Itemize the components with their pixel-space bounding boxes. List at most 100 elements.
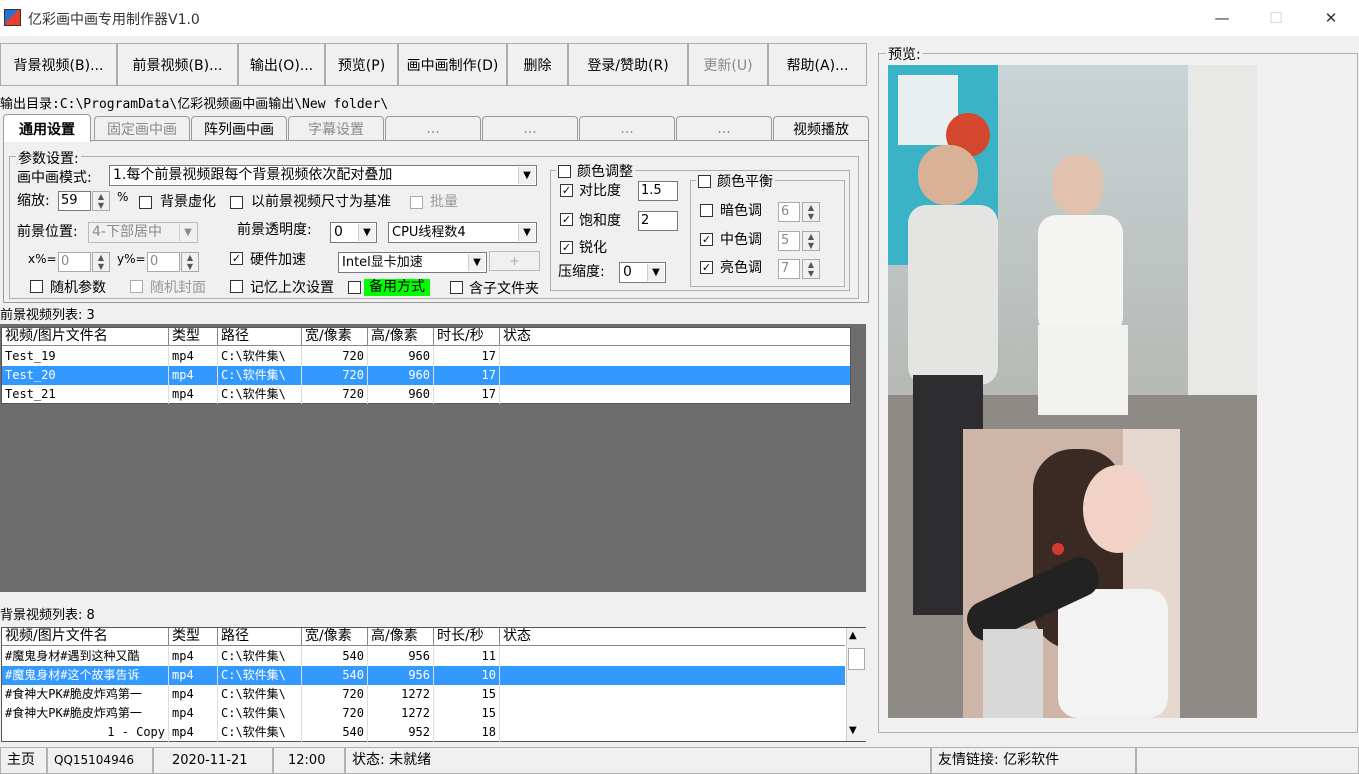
table-row[interactable]: 1 - Copy mp4 C:\软件集\ 540 952 18 (2, 723, 845, 742)
scroll-up-icon[interactable]: ▲ (849, 630, 857, 641)
light-tone-checkbox[interactable]: ✓ (700, 261, 713, 274)
cell-height: 952 (368, 723, 434, 742)
column-header[interactable]: 时长/秒 (434, 628, 500, 646)
hw-accel-checkbox[interactable]: ✓ (230, 252, 243, 265)
table-row[interactable]: #魔鬼身材#这个故事告诉 mp4 C:\软件集\ 540 956 10 (2, 666, 845, 685)
tab-placeholder-4[interactable]: ... (676, 116, 772, 140)
contrast-checkbox[interactable]: ✓ (560, 184, 573, 197)
output-button[interactable]: 输出(O)... (238, 43, 325, 86)
table-row[interactable]: Test_20 mp4 C:\软件集\ 720 960 17 (2, 366, 850, 385)
sharpen-checkbox[interactable]: ✓ (560, 241, 573, 254)
color-adjust-header: 颜色调整 (556, 161, 635, 181)
bg-video-button[interactable]: 背景视频(B)... (0, 43, 117, 86)
cell-height: 960 (368, 347, 434, 366)
dark-tone-checkbox[interactable] (700, 204, 713, 217)
fg-alpha-select[interactable]: 0 ▼ (330, 222, 377, 243)
close-button[interactable]: ✕ (1308, 0, 1354, 36)
subfolder-checkbox[interactable] (450, 281, 463, 294)
table-row[interactable]: #食神大PK#脆皮炸鸡第一 mp4 C:\软件集\ 720 1272 15 (2, 685, 845, 704)
table-row[interactable]: #魔鬼身材#遇到这种又酷 mp4 C:\软件集\ 540 956 11 (2, 647, 845, 666)
column-header[interactable]: 视频/图片文件名 (2, 628, 169, 646)
backup-mode-checkbox[interactable] (348, 281, 361, 294)
fg-video-button[interactable]: 前景视频(B)... (117, 43, 238, 86)
gpu-select[interactable]: Intel显卡加速 ▼ (338, 252, 487, 273)
scale-input[interactable]: 59 (58, 191, 91, 211)
contrast-input[interactable]: 1.5 (638, 181, 678, 201)
remember-checkbox[interactable] (230, 280, 243, 293)
mid-tone-input[interactable]: 5 (778, 231, 800, 251)
mid-tone-checkbox[interactable]: ✓ (700, 233, 713, 246)
fg-size-base-checkbox[interactable] (230, 196, 243, 209)
saturation-input[interactable]: 2 (638, 211, 678, 231)
scale-spinner[interactable]: ▲ ▼ (92, 191, 110, 211)
x-percent-spinner[interactable]: ▲ ▼ (92, 252, 110, 272)
column-header[interactable]: 宽/像素 (302, 328, 368, 346)
random-cover-checkbox[interactable] (130, 280, 143, 293)
y-percent-input[interactable]: 0 (147, 252, 180, 272)
column-header[interactable]: 路径 (218, 328, 302, 346)
preview-button[interactable]: 预览(P) (325, 43, 398, 86)
column-header[interactable]: 宽/像素 (302, 628, 368, 646)
login-sponsor-button[interactable]: 登录/赞助(R) (568, 43, 688, 86)
pip-make-button[interactable]: 画中画制作(D) (398, 43, 507, 86)
column-header[interactable]: 时长/秒 (434, 328, 500, 346)
compress-select[interactable]: 0 ▼ (619, 262, 666, 283)
dark-tone-spinner[interactable]: ▲ ▼ (802, 202, 820, 222)
cell-type: mp4 (169, 647, 218, 666)
color-balance-checkbox[interactable] (698, 174, 711, 188)
update-button[interactable]: 更新(U) (688, 43, 768, 86)
cell-width: 540 (302, 666, 368, 685)
light-tone-input[interactable]: 7 (778, 259, 800, 279)
column-header[interactable]: 状态 (500, 628, 845, 646)
color-adjust-checkbox[interactable] (558, 164, 571, 178)
table-row[interactable]: #食神大PK#脆皮炸鸡第一 mp4 C:\软件集\ 720 1272 15 (2, 704, 845, 723)
tab-fixed-pip[interactable]: 固定画中画 (94, 116, 190, 140)
dark-tone-label: 暗色调 (720, 203, 762, 219)
bg-list-scrollbar[interactable]: ▲ ▼ (846, 628, 866, 741)
mode-select[interactable]: 1.每个前景视频跟每个背景视频依次配对叠加 ▼ (109, 165, 537, 186)
bg-list-table[interactable]: 视频/图片文件名 类型 路径 宽/像素 高/像素 时长/秒 状态 #魔鬼身材#遇… (1, 627, 866, 742)
tab-placeholder-1[interactable]: ... (385, 116, 481, 140)
tab-general-settings[interactable]: 通用设置 (3, 114, 91, 142)
scroll-thumb[interactable] (848, 648, 865, 670)
add-button[interactable]: + (489, 251, 540, 271)
random-params-checkbox[interactable] (30, 280, 43, 293)
table-row[interactable]: Test_21 mp4 C:\软件集\ 720 960 17 (2, 385, 850, 404)
delete-button[interactable]: 删除 (507, 43, 568, 86)
tab-array-pip[interactable]: 阵列画中画 (191, 116, 287, 140)
cell-path: C:\软件集\ (218, 704, 302, 723)
tab-placeholder-3[interactable]: ... (579, 116, 675, 140)
status-links[interactable]: 友情链接: 亿彩软件 (931, 747, 1136, 774)
column-header[interactable]: 状态 (500, 328, 850, 346)
maximize-button[interactable]: ☐ (1253, 0, 1299, 36)
column-header[interactable]: 类型 (169, 328, 218, 346)
help-button[interactable]: 帮助(A)... (768, 43, 867, 86)
scroll-down-icon[interactable]: ▼ (849, 725, 857, 736)
minimize-button[interactable]: — (1199, 0, 1245, 36)
saturation-checkbox[interactable]: ✓ (560, 213, 573, 226)
x-percent-input[interactable]: 0 (58, 252, 91, 272)
column-header[interactable]: 路径 (218, 628, 302, 646)
tab-video-playback[interactable]: 视频播放 (773, 116, 869, 140)
mid-tone-spinner[interactable]: ▲ ▼ (802, 231, 820, 251)
gpu-value: Intel显卡加速 (342, 255, 423, 270)
column-header[interactable]: 类型 (169, 628, 218, 646)
batch-checkbox[interactable] (410, 196, 423, 209)
cell-filename: #食神大PK#脆皮炸鸡第一 (2, 704, 169, 723)
y-percent-spinner[interactable]: ▲ ▼ (181, 252, 199, 272)
column-header[interactable]: 高/像素 (368, 328, 434, 346)
light-tone-spinner[interactable]: ▲ ▼ (802, 259, 820, 279)
table-row[interactable]: Test_19 mp4 C:\软件集\ 720 960 17 (2, 347, 850, 366)
cell-path: C:\软件集\ (218, 385, 302, 404)
cell-path: C:\软件集\ (218, 366, 302, 385)
cpu-threads-select[interactable]: CPU线程数4 ▼ (388, 222, 537, 243)
fg-list-table[interactable]: 视频/图片文件名 类型 路径 宽/像素 高/像素 时长/秒 状态 Test_19… (1, 327, 851, 404)
dark-tone-input[interactable]: 6 (778, 202, 800, 222)
fg-position-select[interactable]: 4-下部居中 ▼ (88, 222, 198, 243)
tab-subtitle-settings[interactable]: 字幕设置 (288, 116, 384, 140)
tab-placeholder-2[interactable]: ... (482, 116, 578, 140)
column-header[interactable]: 高/像素 (368, 628, 434, 646)
column-header[interactable]: 视频/图片文件名 (2, 328, 169, 346)
cell-type: mp4 (169, 347, 218, 366)
bg-blur-checkbox[interactable] (139, 196, 152, 209)
